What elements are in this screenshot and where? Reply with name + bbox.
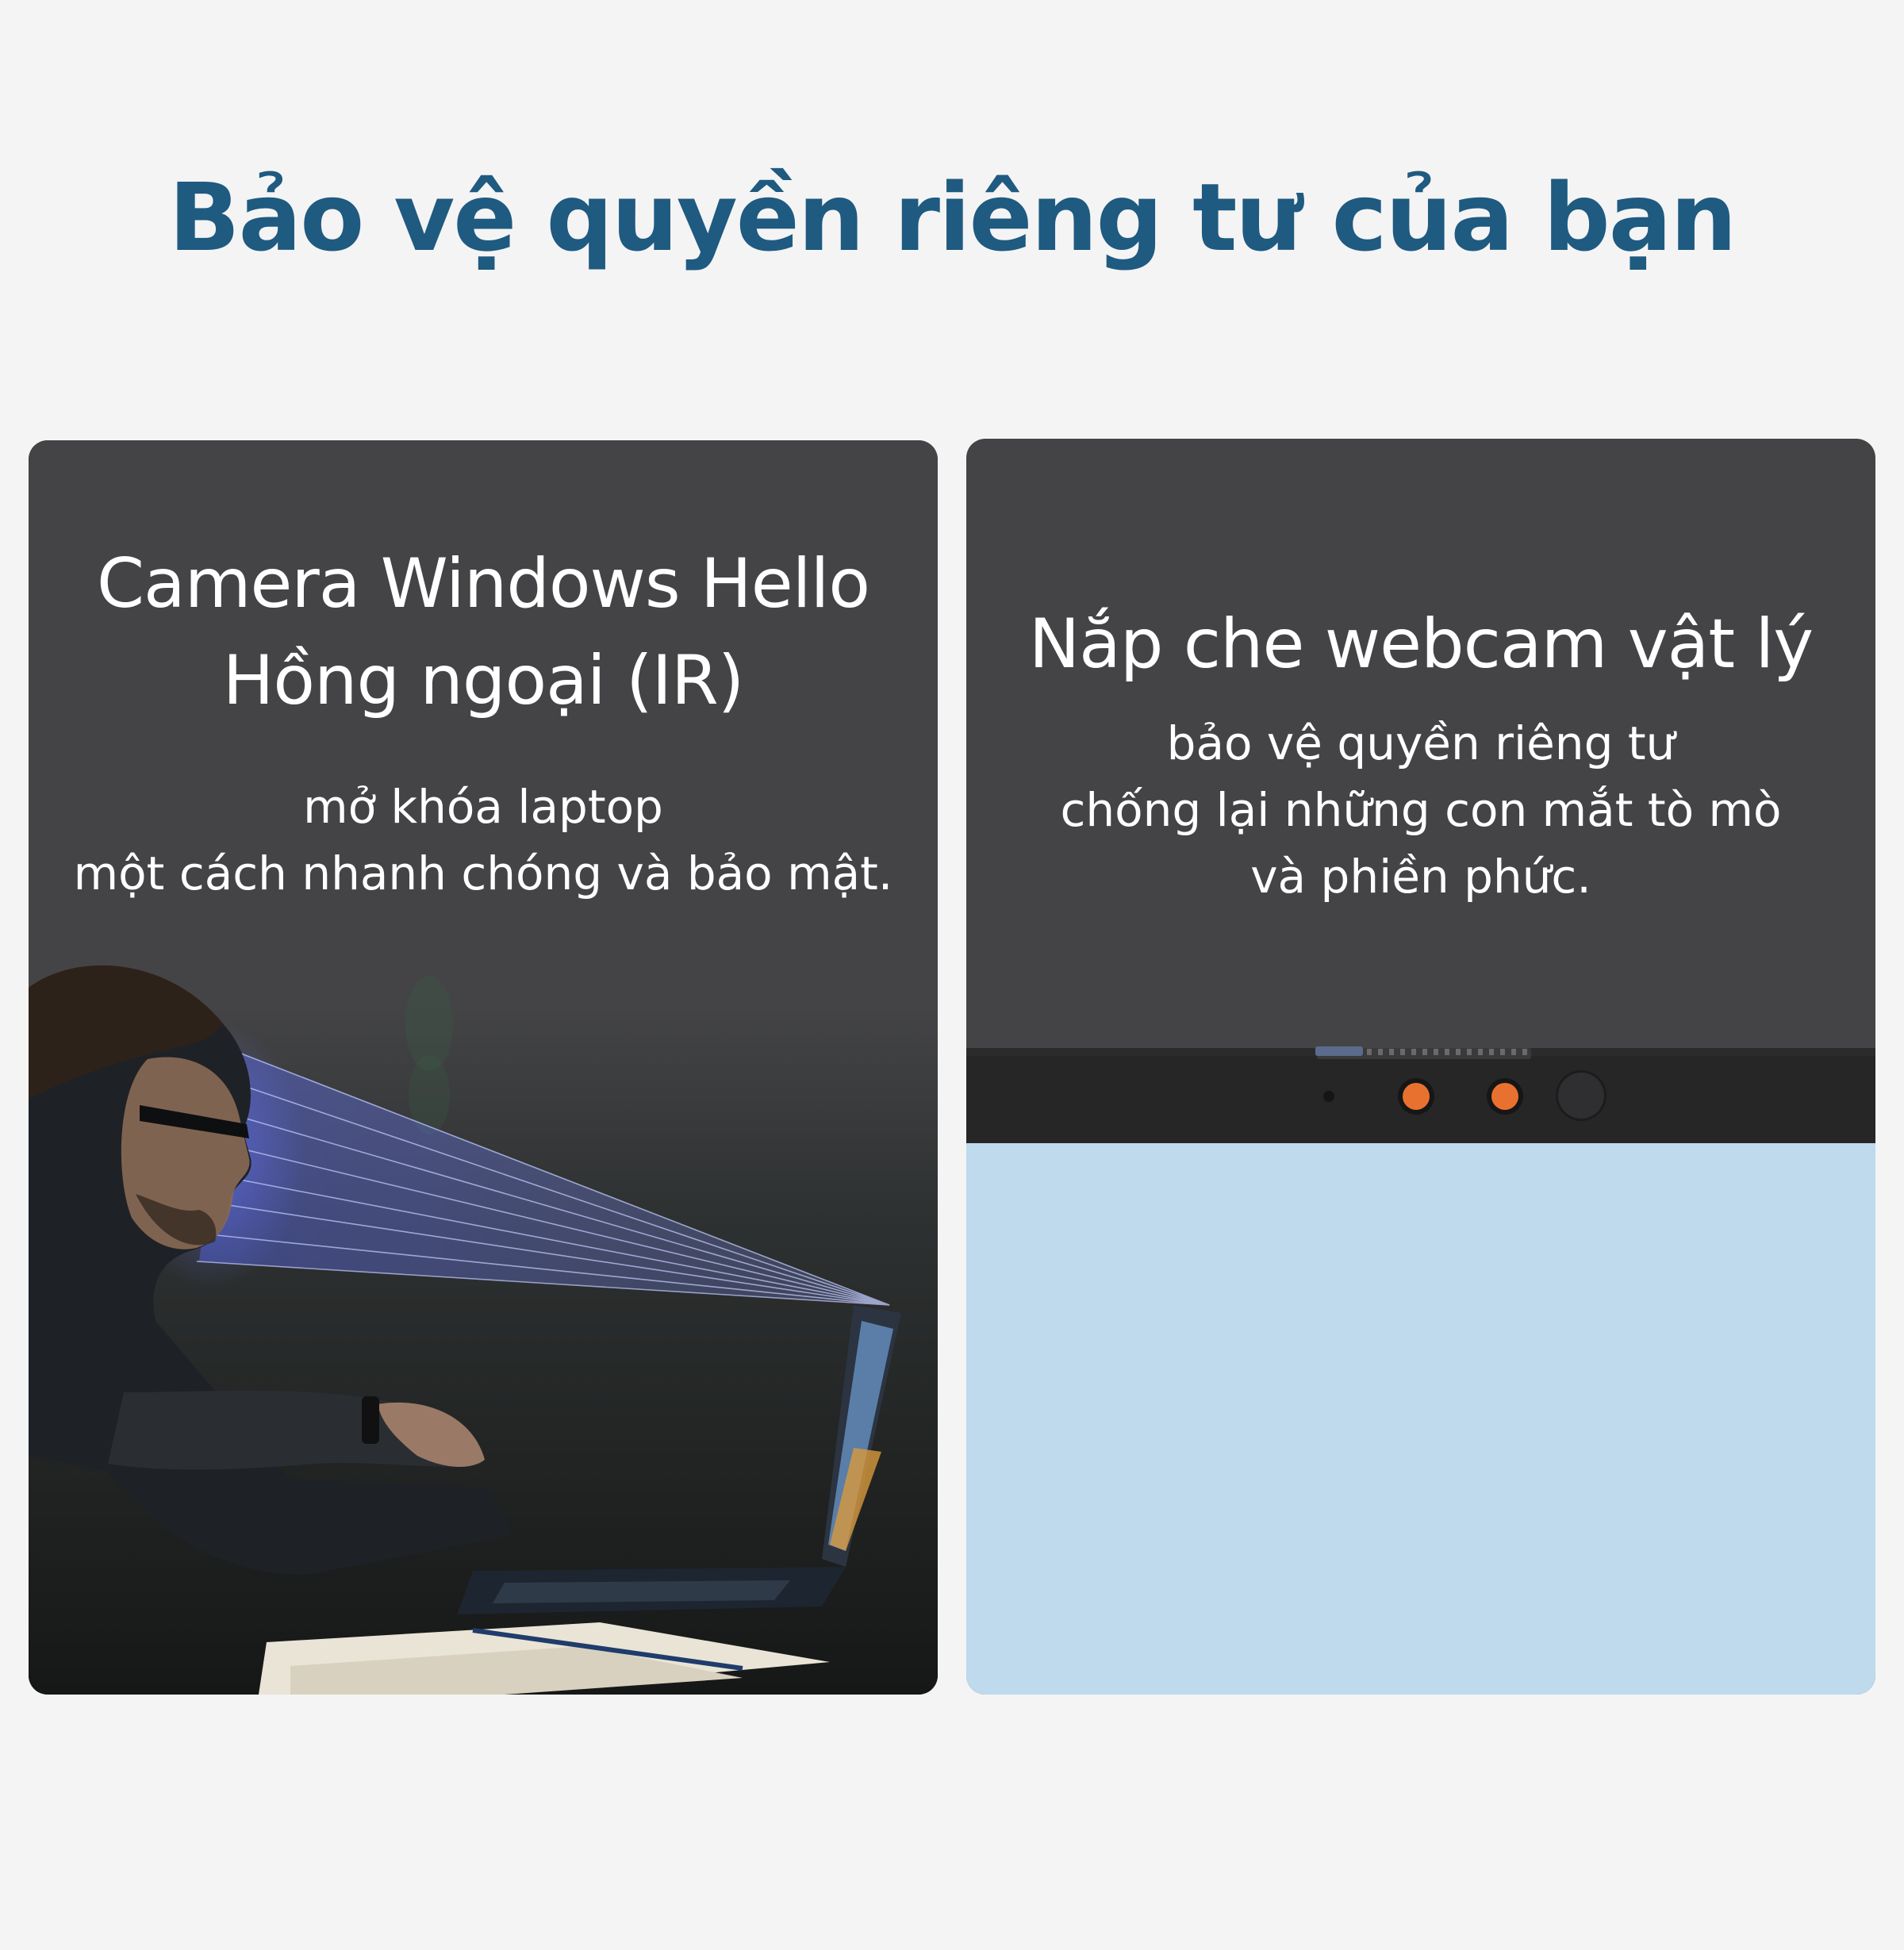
laptop-screen — [966, 1143, 1875, 1695]
description-line: bảo vệ quyền riêng tư — [1166, 716, 1676, 770]
webcam-lens-icon — [1558, 1073, 1604, 1119]
webcam-shutter-slider — [1315, 1046, 1363, 1056]
ir-emitter-icon — [1491, 1083, 1518, 1110]
description-line: và phiền phức. — [1250, 850, 1591, 904]
webcam-shutter-grip — [1367, 1049, 1534, 1055]
feature-heading: Nắp che webcam vật lý — [966, 596, 1875, 693]
description-line: một cách nhanh chóng và bảo mật. — [73, 846, 893, 900]
heading-line: Nắp che webcam vật lý — [1028, 605, 1814, 684]
heading-line: Hồng ngoại (IR) — [222, 641, 745, 720]
feature-description: mở khóa laptop một cách nhanh chóng và b… — [29, 773, 938, 907]
heading-line: Camera Windows Hello — [96, 544, 870, 624]
feature-description: bảo vệ quyền riêng tư chống lại những co… — [966, 710, 1875, 910]
feature-heading: Camera Windows Hello Hồng ngoại (IR) — [29, 535, 938, 729]
description-line: chống lại những con mắt tò mò — [1060, 783, 1782, 837]
page-title: Bảo vệ quyền riêng tư của bạn — [168, 163, 1737, 272]
feature-card-windows-hello: Camera Windows Hello Hồng ngoại (IR) mở … — [29, 440, 938, 1695]
description-line: mở khóa laptop — [303, 780, 663, 834]
light-sensor-icon — [1323, 1091, 1334, 1102]
ir-emitter-icon — [1403, 1083, 1430, 1110]
feature-card-webcam-shutter: Nắp che webcam vật lý bảo vệ quyền riêng… — [966, 439, 1875, 1695]
